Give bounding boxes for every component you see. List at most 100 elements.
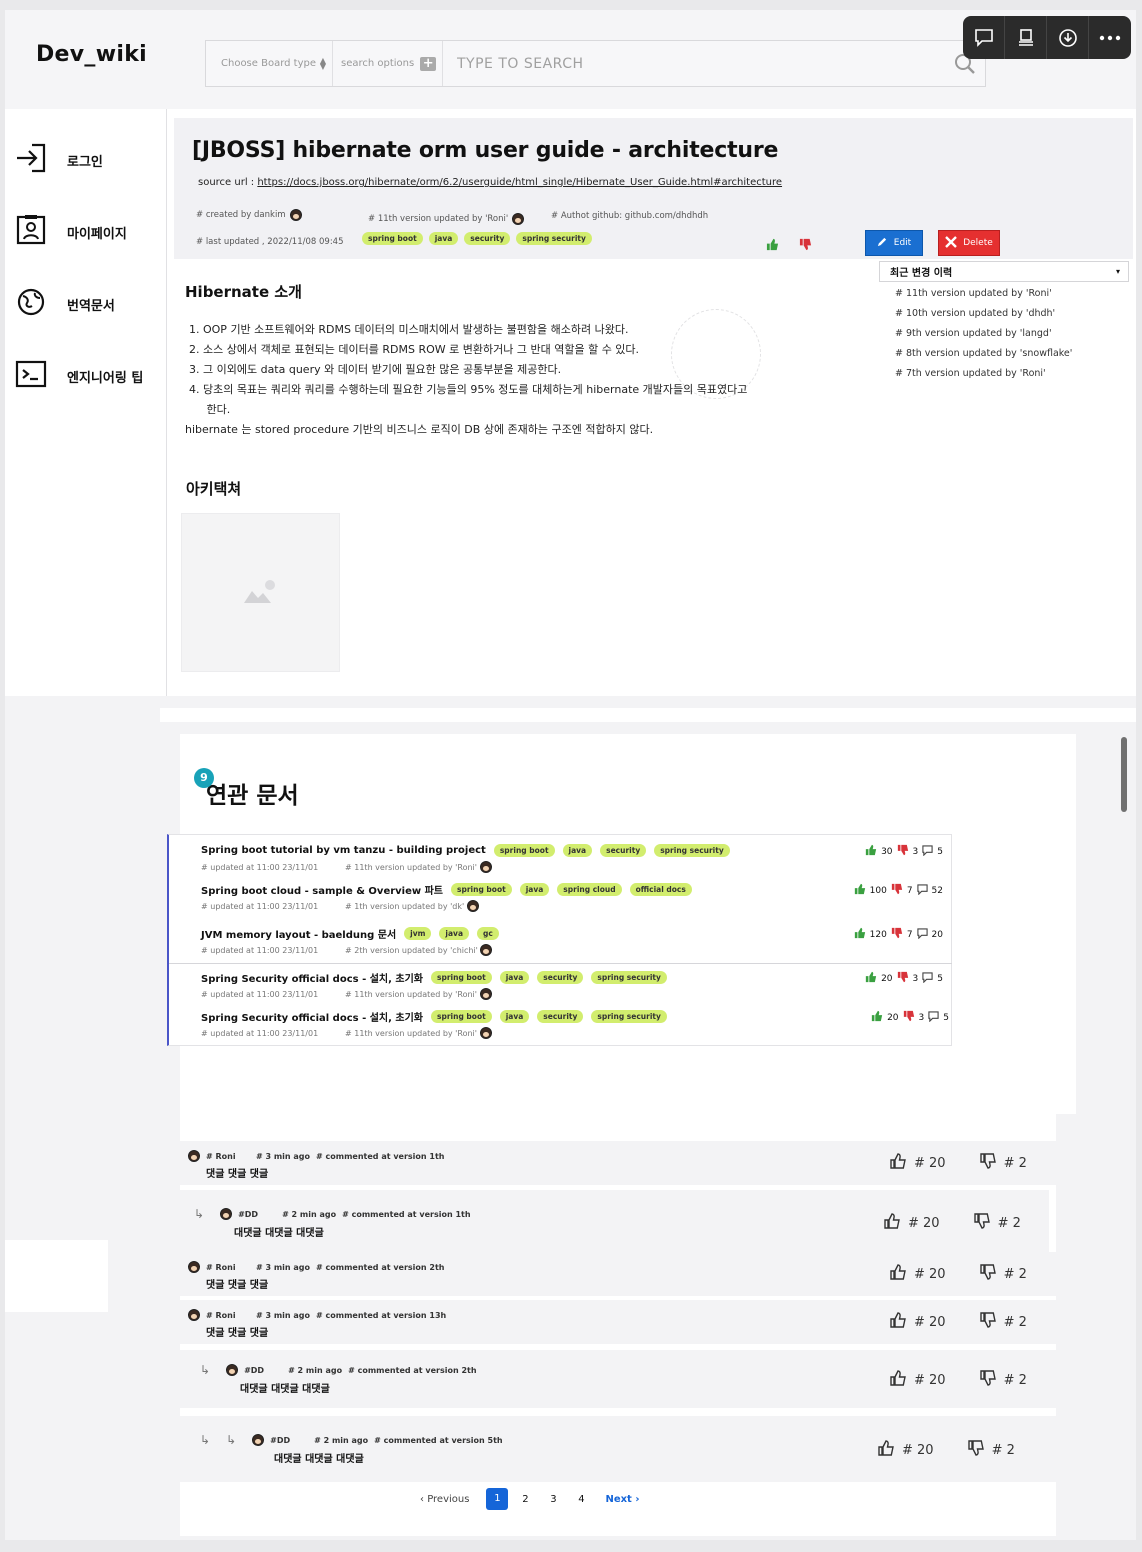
list-item[interactable]: Spring boot cloud - sample & Overview 파트… xyxy=(201,881,951,921)
tag[interactable]: java xyxy=(428,232,459,245)
tag[interactable]: java xyxy=(499,970,530,984)
tag[interactable]: spring boot xyxy=(451,882,512,896)
chevron-down-icon: ▾ xyxy=(1115,267,1120,276)
tag[interactable]: security xyxy=(537,970,584,984)
history-item[interactable]: # 7th version updated by 'Roni' xyxy=(879,364,1129,384)
thumbs-down-icon[interactable] xyxy=(903,1010,915,1025)
comment-author: #DD xyxy=(244,1365,265,1375)
sidebar-item-login[interactable]: 로그인 xyxy=(15,143,103,177)
previous-button[interactable]: ‹ Previous xyxy=(420,1494,469,1505)
thumbs-up-icon[interactable] xyxy=(878,1440,894,1460)
tag[interactable]: spring boot xyxy=(431,970,492,984)
tag[interactable]: spring security xyxy=(591,1009,667,1023)
history-item[interactable]: # 8th version updated by 'snowflake' xyxy=(879,344,1129,364)
tag[interactable]: spring boot xyxy=(431,1009,492,1023)
related-title[interactable]: Spring boot tutorial by vm tanzu - build… xyxy=(201,845,486,856)
tag[interactable]: spring security xyxy=(591,970,667,984)
search-bar: Choose Board type ▲ ▼ search options + xyxy=(205,40,986,87)
page-button[interactable]: 1 xyxy=(486,1488,509,1510)
thumbs-up-icon[interactable] xyxy=(865,844,877,859)
sidebar-item-mypage[interactable]: 마이페이지 xyxy=(15,215,127,249)
related-title[interactable]: Spring Security official docs - 설치, 초기화 xyxy=(201,1009,423,1024)
tag[interactable]: security xyxy=(464,232,511,245)
list-item[interactable]: JVM memory layout - baeldung 문서 jvm java… xyxy=(201,925,951,965)
tag[interactable]: gc xyxy=(477,926,499,940)
thumbs-down-icon[interactable] xyxy=(967,1440,984,1460)
list-item: 1. OOP 기반 소프트웨어와 RDMS 데이터의 미스매치에서 발생하는 불… xyxy=(189,323,629,336)
comment-icon xyxy=(916,883,928,898)
thumbs-up-icon[interactable] xyxy=(884,1213,900,1233)
tag[interactable]: spring security xyxy=(654,843,730,857)
tag[interactable]: security xyxy=(537,1009,584,1023)
search-options[interactable]: search options + xyxy=(333,41,443,86)
thumbs-down-icon[interactable] xyxy=(897,844,909,859)
page-button[interactable]: 2 xyxy=(511,1494,539,1505)
thumbs-up-icon[interactable] xyxy=(865,971,877,986)
pencil-icon xyxy=(877,236,888,250)
thumbs-down-icon[interactable] xyxy=(979,1312,996,1332)
board-type-select[interactable]: Choose Board type ▲ ▼ xyxy=(206,41,333,86)
sidebar-item-translations[interactable]: 번역문서 xyxy=(15,287,115,321)
related-title[interactable]: JVM memory layout - baeldung 문서 xyxy=(201,926,396,941)
thumbs-up-icon[interactable] xyxy=(854,883,866,898)
tag[interactable]: spring cloud xyxy=(557,882,622,896)
download-icon[interactable] xyxy=(1047,16,1089,59)
search-options-label: search options xyxy=(341,58,415,69)
related-title[interactable]: Spring boot cloud - sample & Overview 파트 xyxy=(201,882,443,897)
thumbs-down-icon[interactable] xyxy=(979,1370,996,1390)
thumbs-up-icon[interactable] xyxy=(890,1312,906,1332)
history-item[interactable]: # 9th version updated by 'langd' xyxy=(879,324,1129,344)
scrollbar[interactable] xyxy=(1121,737,1127,812)
thumbs-up-icon[interactable] xyxy=(854,927,866,942)
tag[interactable]: official docs xyxy=(629,882,692,896)
related-title[interactable]: Spring Security official docs - 설치, 초기화 xyxy=(201,970,423,985)
tag[interactable]: spring boot xyxy=(362,232,423,245)
thumbs-down-icon[interactable] xyxy=(891,927,903,942)
history-dropdown[interactable]: 최근 변경 이력 ▾ xyxy=(879,261,1129,282)
tag[interactable]: security xyxy=(600,843,647,857)
list-item[interactable]: Spring Security official docs - 설치, 초기화 … xyxy=(201,1008,951,1048)
like-count: 20 xyxy=(887,1012,899,1023)
delete-button[interactable]: Delete xyxy=(938,230,1000,256)
thumbs-up-icon[interactable] xyxy=(890,1264,906,1284)
thumbs-down-icon[interactable] xyxy=(891,883,903,898)
article-header: [JBOSS] hibernate orm user guide - archi… xyxy=(174,118,1133,259)
page-button[interactable]: 3 xyxy=(539,1494,567,1505)
list-item[interactable]: Spring boot tutorial by vm tanzu - build… xyxy=(201,842,951,882)
thumbs-down-icon[interactable] xyxy=(979,1153,996,1173)
list-item[interactable]: Spring Security official docs - 설치, 초기화 … xyxy=(201,969,951,1009)
history-item[interactable]: # 11th version updated by 'Roni' xyxy=(879,284,1129,304)
thumbs-up-icon[interactable] xyxy=(890,1153,906,1173)
thumbs-down-icon[interactable] xyxy=(897,971,909,986)
history-item[interactable]: # 10th version updated by 'dhdh' xyxy=(879,304,1129,324)
next-button[interactable]: Next › xyxy=(605,1494,639,1505)
thumbs-up-icon[interactable] xyxy=(890,1370,906,1390)
globe-icon xyxy=(15,287,47,321)
tag[interactable]: spring boot xyxy=(493,843,555,857)
tag[interactable]: java xyxy=(499,1009,530,1023)
more-icon[interactable] xyxy=(1089,16,1131,59)
tag[interactable]: spring security xyxy=(516,232,592,245)
plus-icon[interactable]: + xyxy=(420,56,437,71)
comment-icon[interactable] xyxy=(963,16,1005,59)
thumbs-down-icon[interactable] xyxy=(979,1264,996,1284)
presenter-icon[interactable] xyxy=(1005,16,1047,59)
comment-icon xyxy=(916,927,928,942)
thumbs-up-icon[interactable] xyxy=(766,238,779,251)
comment-version: # commented at version 5th xyxy=(374,1435,503,1445)
sidebar-item-engineering-tips[interactable]: 엔지니어링 팁 xyxy=(15,359,143,393)
updated-at: # updated at 11:00 23/11/01 xyxy=(201,862,319,872)
tag[interactable]: java xyxy=(562,843,593,857)
search-input[interactable] xyxy=(443,41,945,86)
thumbs-down-icon[interactable] xyxy=(799,238,812,251)
tag[interactable]: java xyxy=(439,926,470,940)
thumbs-down-icon[interactable] xyxy=(973,1213,990,1233)
page-button[interactable]: 4 xyxy=(567,1494,595,1505)
tag[interactable]: jvm xyxy=(404,926,432,940)
tag[interactable]: java xyxy=(519,882,550,896)
comment-votes: # 20 # 2 xyxy=(890,1312,1027,1332)
source-link[interactable]: https://docs.jboss.org/hibernate/orm/6.2… xyxy=(257,177,782,188)
edit-button[interactable]: Edit xyxy=(865,230,923,256)
app-logo[interactable]: Dev_wiki xyxy=(36,42,147,67)
thumbs-up-icon[interactable] xyxy=(871,1010,883,1025)
